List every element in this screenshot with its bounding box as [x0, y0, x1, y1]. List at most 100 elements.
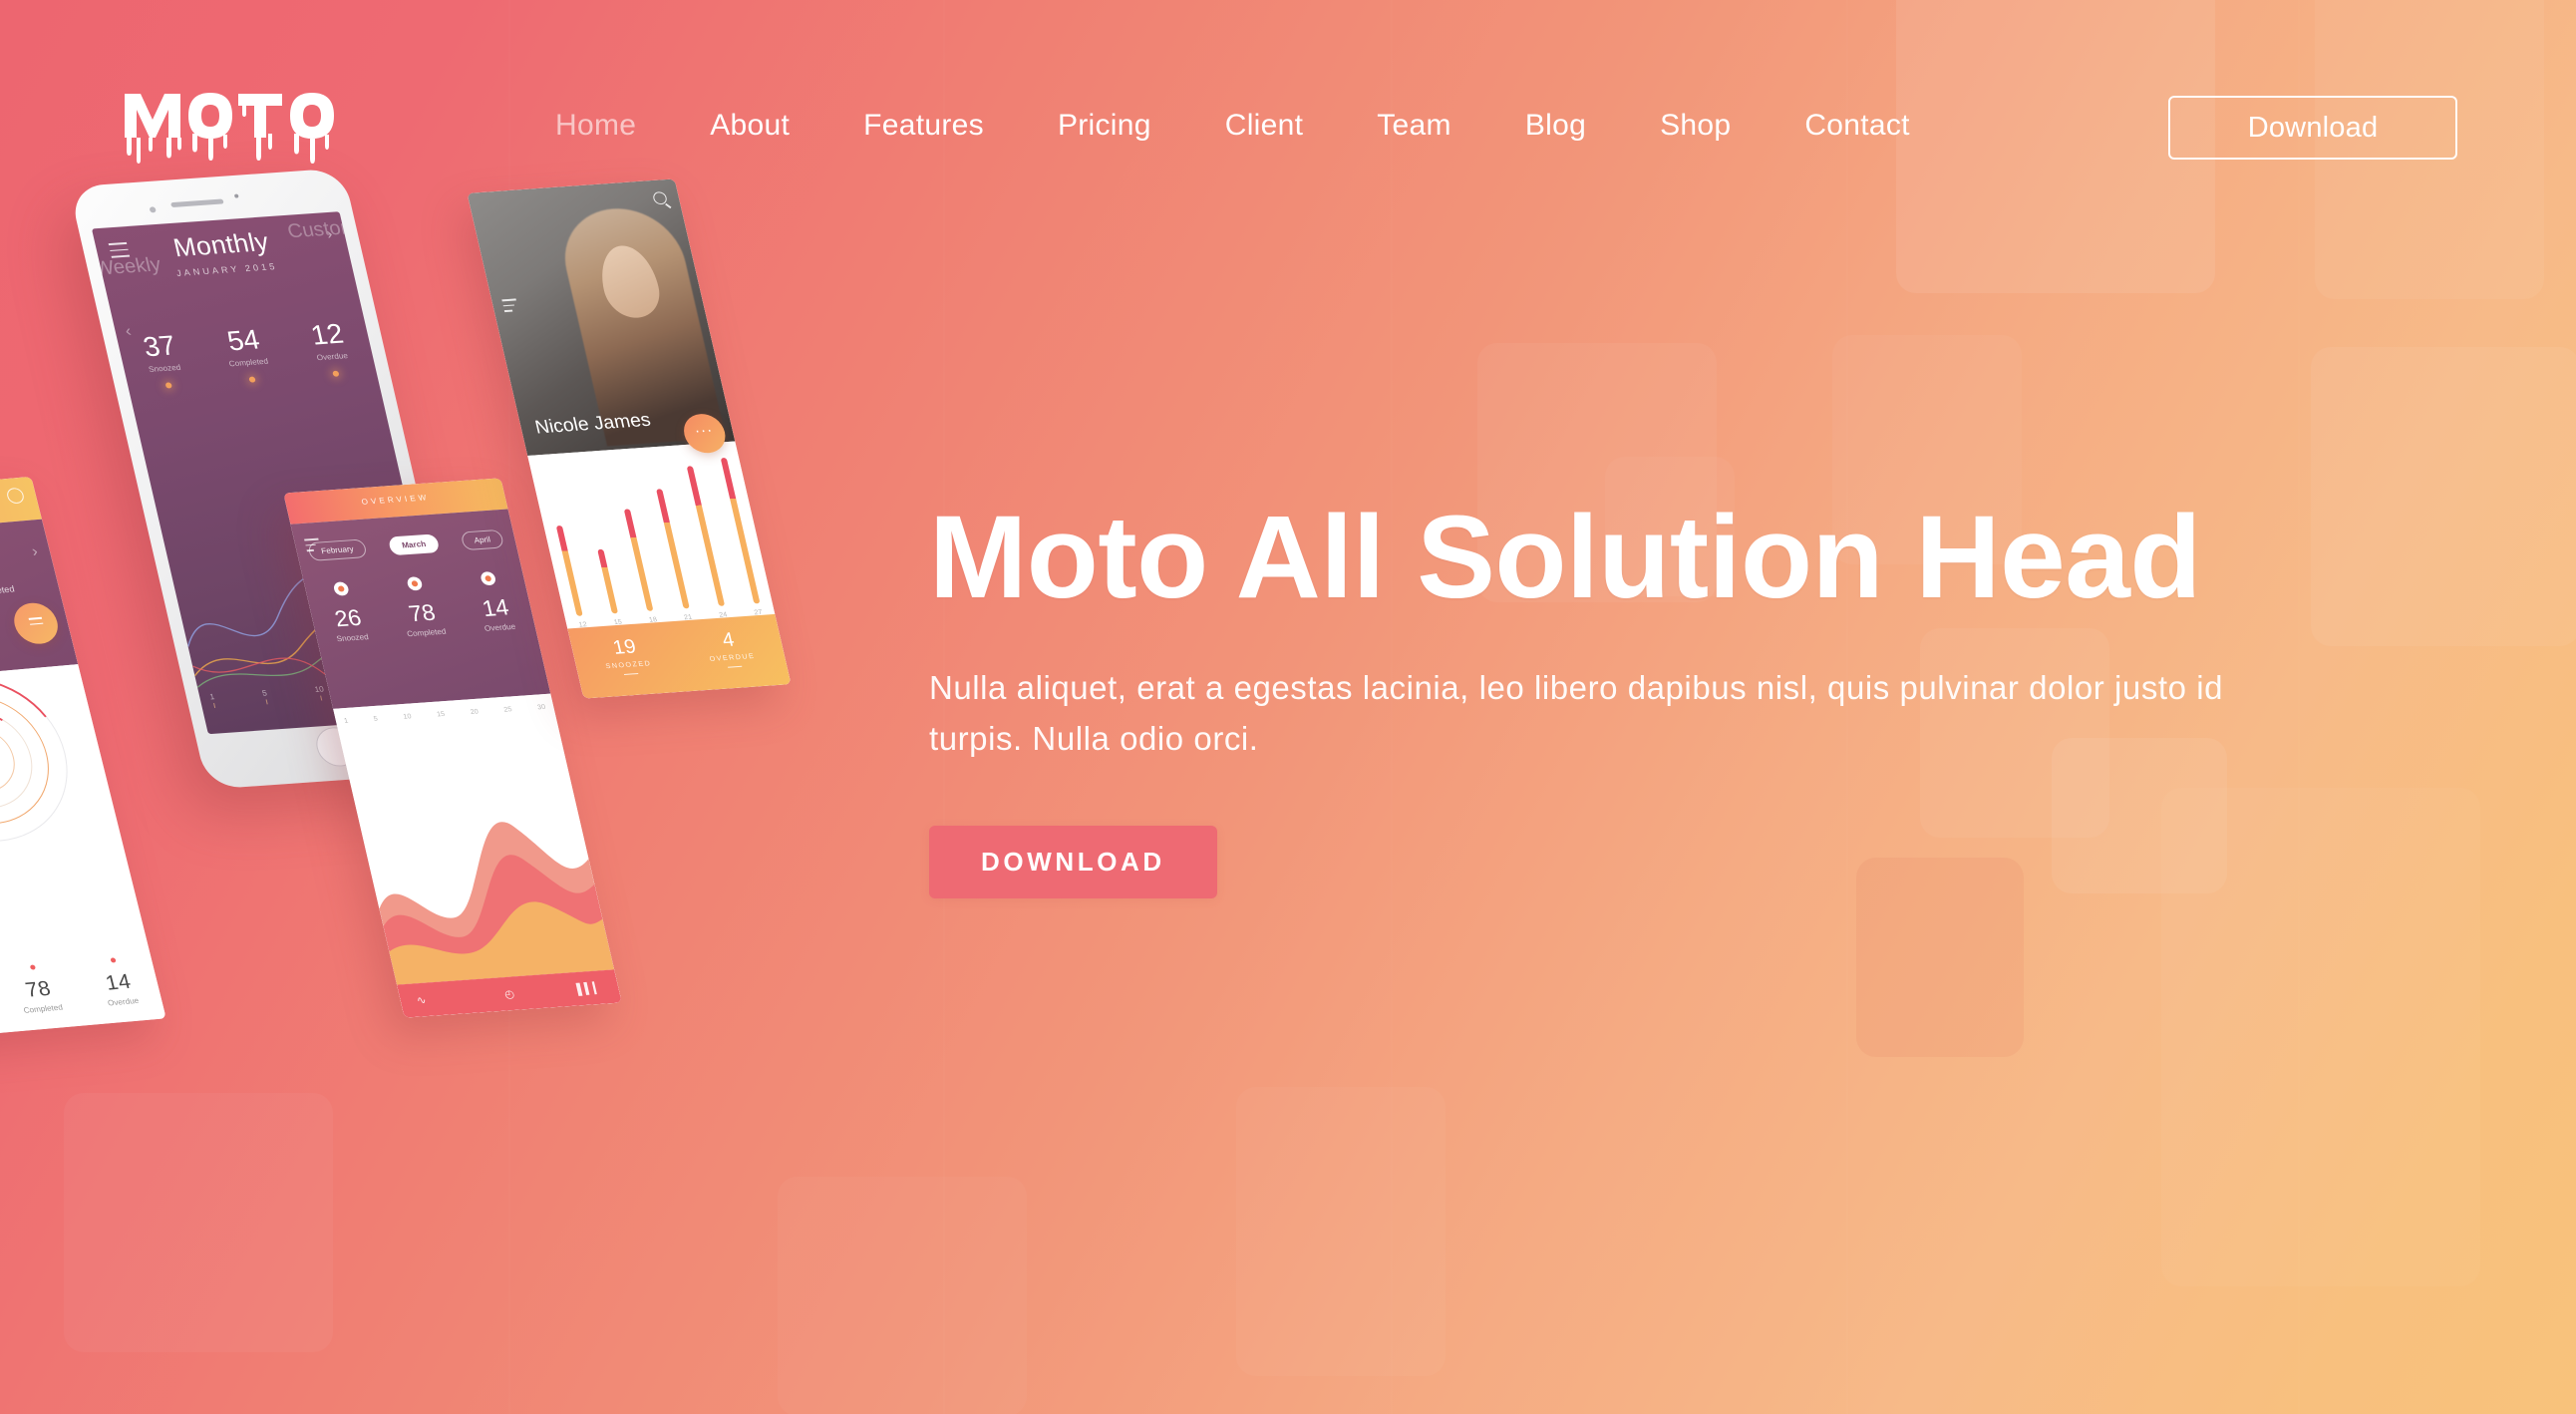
axis-tick: 1: [209, 692, 217, 708]
stat-caption: Overdue: [107, 996, 141, 1008]
earpiece-icon: [170, 198, 224, 208]
stat-value: 14: [480, 593, 511, 621]
stat-value: 19: [610, 635, 639, 659]
nav-item-blog[interactable]: Blog: [1488, 104, 1623, 148]
stat-caption: SNOOZED: [605, 660, 653, 671]
stat-value: 54: [223, 323, 263, 357]
next-icon: ›: [30, 542, 40, 560]
stat-ring-icon: [332, 581, 350, 596]
hamburger-icon: [501, 298, 519, 315]
overview-section-label: OVERVIEW: [360, 493, 431, 507]
stat-ring-icon: [406, 575, 425, 591]
month-pill-february[interactable]: February: [307, 538, 368, 561]
stat-value: 78: [23, 977, 54, 1002]
phone-stats: 37 Snoozed 54 Completed 12 Overdue: [116, 316, 377, 391]
overview-stats: 26 Snoozed 78 Completed 14 Overdue: [304, 569, 535, 645]
stat-underline: [623, 673, 638, 676]
stat-snoozed: 37 Snoozed: [141, 330, 185, 390]
page-title: Moto All Solution Head: [929, 492, 2201, 623]
person-name: Nicole James: [532, 409, 653, 439]
person-stats: 19 SNOOZED 4 OVERDUE: [567, 613, 792, 699]
stat-caption: Completed: [22, 1002, 64, 1015]
stat-overdue: 4 OVERDUE: [703, 628, 757, 670]
stat-value: 12: [307, 318, 347, 351]
month-pill-march[interactable]: March: [388, 533, 441, 556]
month-selector: February March April: [295, 529, 516, 562]
axis-tick: 20: [470, 708, 480, 716]
header-download-button[interactable]: Download: [2168, 96, 2457, 160]
stat-overdue: 12 Overdue: [308, 318, 353, 378]
person-bar-chart: [543, 457, 761, 616]
axis-tick: 5: [373, 715, 379, 723]
phone-tab-custom: Custom: [285, 215, 360, 243]
axis-tick: 10: [402, 713, 413, 721]
overview-card-hero: February March April 26 Snoozed 78 Compl…: [290, 509, 551, 709]
stat-dot-icon: [29, 964, 36, 970]
stat-caption: Snoozed: [335, 632, 370, 644]
axis-tick: 10: [314, 685, 327, 701]
stat-ring-icon: [480, 570, 497, 586]
stat-completed: 78 Completed: [13, 963, 64, 1015]
overview-area-chart: [379, 822, 615, 985]
stat-snoozed: 26 Snoozed: [324, 581, 370, 644]
stat-overdue: 14 Overdue: [97, 956, 140, 1007]
axis-tick: 15: [436, 710, 447, 719]
bar: [597, 548, 619, 614]
stat-completed: 78 Completed: [394, 575, 447, 638]
stat-value: 4: [720, 628, 737, 652]
stat-caption: Completed: [227, 356, 269, 369]
clock-icon[interactable]: ◴: [503, 987, 515, 1000]
nav-item-team[interactable]: Team: [1340, 104, 1488, 148]
phone-title: Monthly: [170, 226, 272, 263]
phone-period: JANUARY 2015: [174, 261, 279, 278]
mockup-profile-card: PROFILE ‹ › March Good standing! 25% mor…: [0, 476, 166, 1040]
edit-icon: [5, 487, 26, 505]
stat-caption: OVERDUE: [709, 652, 757, 663]
site-header: Home About Features Pricing Client Team …: [0, 0, 2576, 199]
nav-item-about[interactable]: About: [673, 104, 826, 148]
bars-icon[interactable]: ▌▍▎: [576, 981, 604, 995]
overview-card-body: 1 5 10 15 20 25 30 ∿ ◴ ▌▍▎: [333, 693, 622, 1018]
stat-dot-icon: [248, 376, 256, 383]
axis-tick: 30: [536, 703, 547, 712]
main-navigation: Home About Features Pricing Client Team …: [518, 104, 1947, 148]
stat-value: 37: [140, 329, 179, 363]
nav-item-contact[interactable]: Contact: [1768, 104, 1947, 148]
nav-item-features[interactable]: Features: [826, 104, 1021, 148]
logo-moto[interactable]: [123, 88, 372, 168]
bar: [624, 509, 654, 611]
axis-tick: 25: [502, 706, 513, 714]
axis-tick: 1: [343, 717, 349, 725]
nav-item-client[interactable]: Client: [1188, 104, 1341, 148]
profile-card-hero: ‹ › March Good standing! 25% more comple…: [0, 519, 79, 685]
stat-caption: Overdue: [315, 351, 349, 363]
nav-item-pricing[interactable]: Pricing: [1021, 104, 1188, 148]
stat-value: 26: [332, 604, 364, 632]
bar: [720, 457, 761, 604]
axis-tick: 5: [261, 689, 269, 705]
stat-dot-icon: [332, 370, 340, 377]
stat-caption: Completed: [406, 626, 448, 639]
profile-stats: 26 Snoozed 78 Completed 14 Overdue: [0, 954, 162, 1023]
profile-card-body: 26 Snoozed 78 Completed 14 Overdue: [0, 661, 166, 1040]
phone-tab-weekly: Weekly: [92, 253, 163, 280]
nav-item-shop[interactable]: Shop: [1623, 104, 1768, 148]
stat-caption: Snoozed: [148, 362, 182, 374]
stat-snoozed: 19 SNOOZED: [599, 635, 653, 677]
nav-item-home[interactable]: Home: [518, 104, 673, 148]
proximity-sensor-icon: [149, 206, 157, 213]
hero-copy: Moto All Solution Head Nulla aliquet, er…: [929, 492, 2395, 899]
month-pill-april[interactable]: April: [460, 529, 505, 551]
person-chart: 12 15 18 21 24 27 19 SNOOZED 4 OVERDUE: [527, 441, 792, 699]
stat-value: 78: [406, 598, 439, 627]
stat-caption: Overdue: [483, 621, 517, 633]
bar: [686, 466, 725, 606]
stat-completed: 54 Completed: [220, 324, 272, 384]
stat-overdue: 14 Overdue: [472, 570, 516, 633]
stat-dot-icon: [164, 382, 172, 389]
hero-download-button[interactable]: DOWNLOAD: [929, 826, 1217, 899]
hero-section: Home About Features Pricing Client Team …: [0, 0, 2576, 1414]
activity-icon[interactable]: ∿: [416, 994, 428, 1006]
stat-value: 14: [103, 970, 134, 995]
overview-axis: 1 5 10 15 20 25 30: [343, 704, 546, 725]
